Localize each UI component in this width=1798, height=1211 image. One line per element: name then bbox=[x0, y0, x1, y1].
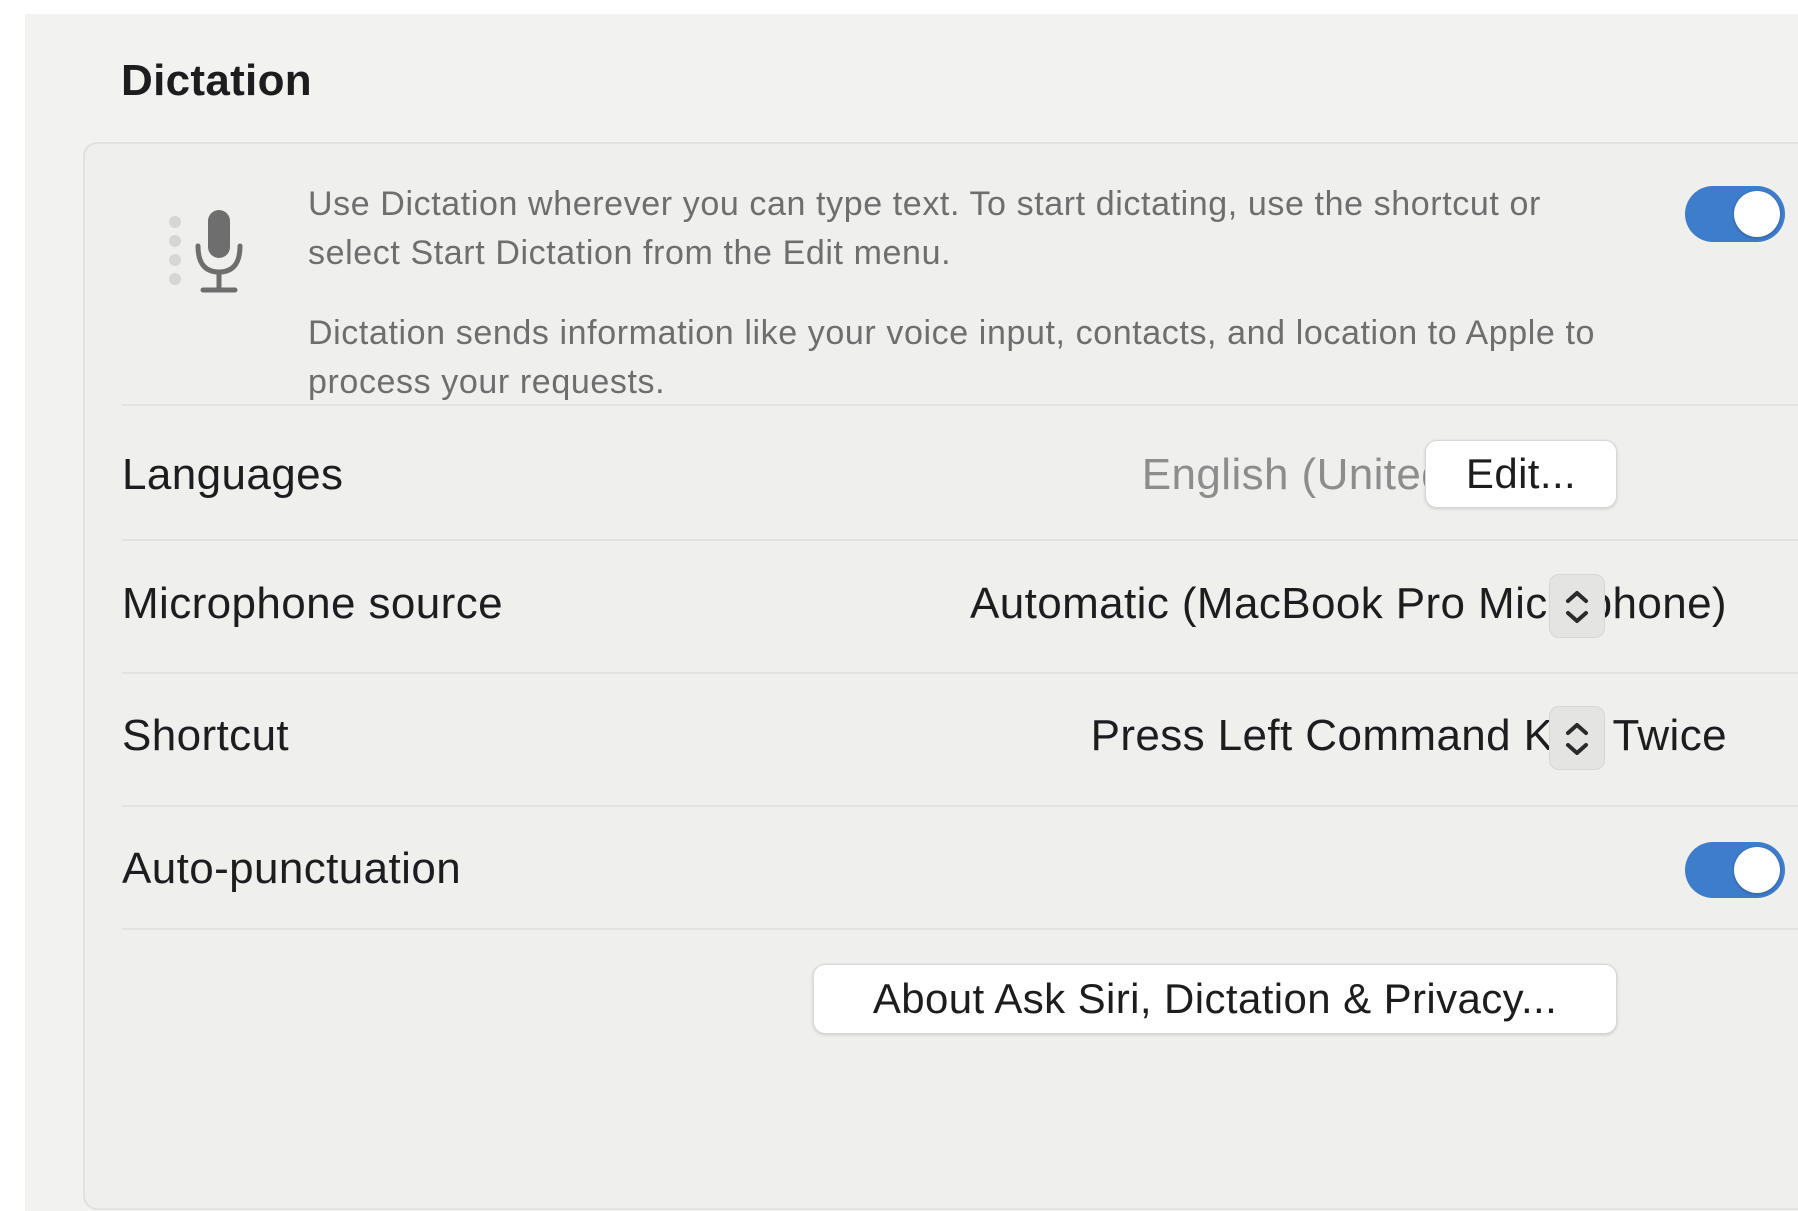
microphone-source-value[interactable]: Automatic (MacBook Pro Microphone) bbox=[970, 579, 1727, 629]
shortcut-popup-chevron-icon[interactable] bbox=[1549, 706, 1605, 770]
dictation-panel: Use Dictation wherever you can type text… bbox=[83, 142, 1798, 1210]
section-title: Dictation bbox=[121, 56, 312, 105]
microphone-icon bbox=[155, 202, 245, 302]
divider bbox=[122, 404, 1798, 406]
toggle-knob bbox=[1734, 847, 1780, 893]
about-siri-dictation-privacy-button[interactable]: About Ask Siri, Dictation & Privacy... bbox=[813, 964, 1617, 1034]
divider bbox=[122, 672, 1798, 674]
auto-punctuation-label: Auto-punctuation bbox=[122, 844, 462, 893]
toggle-knob bbox=[1734, 191, 1780, 237]
dictation-privacy-note: Dictation sends information like your vo… bbox=[308, 314, 1596, 401]
shortcut-value[interactable]: Press Left Command Key Twice bbox=[1091, 711, 1727, 761]
edit-languages-button[interactable]: Edit... bbox=[1425, 440, 1617, 508]
settings-pane: Dictation Use Dictation wherever you can… bbox=[25, 14, 1798, 1211]
dictation-description: Use Dictation wherever you can type text… bbox=[308, 185, 1541, 272]
dictation-toggle[interactable] bbox=[1685, 186, 1785, 242]
microphone-source-label: Microphone source bbox=[122, 579, 503, 628]
divider bbox=[122, 539, 1798, 541]
auto-punctuation-toggle[interactable] bbox=[1685, 842, 1785, 898]
languages-label: Languages bbox=[122, 450, 344, 499]
divider bbox=[122, 928, 1798, 930]
divider bbox=[122, 805, 1798, 807]
microphone-source-popup-chevron-icon[interactable] bbox=[1549, 574, 1605, 638]
shortcut-label: Shortcut bbox=[122, 711, 290, 760]
